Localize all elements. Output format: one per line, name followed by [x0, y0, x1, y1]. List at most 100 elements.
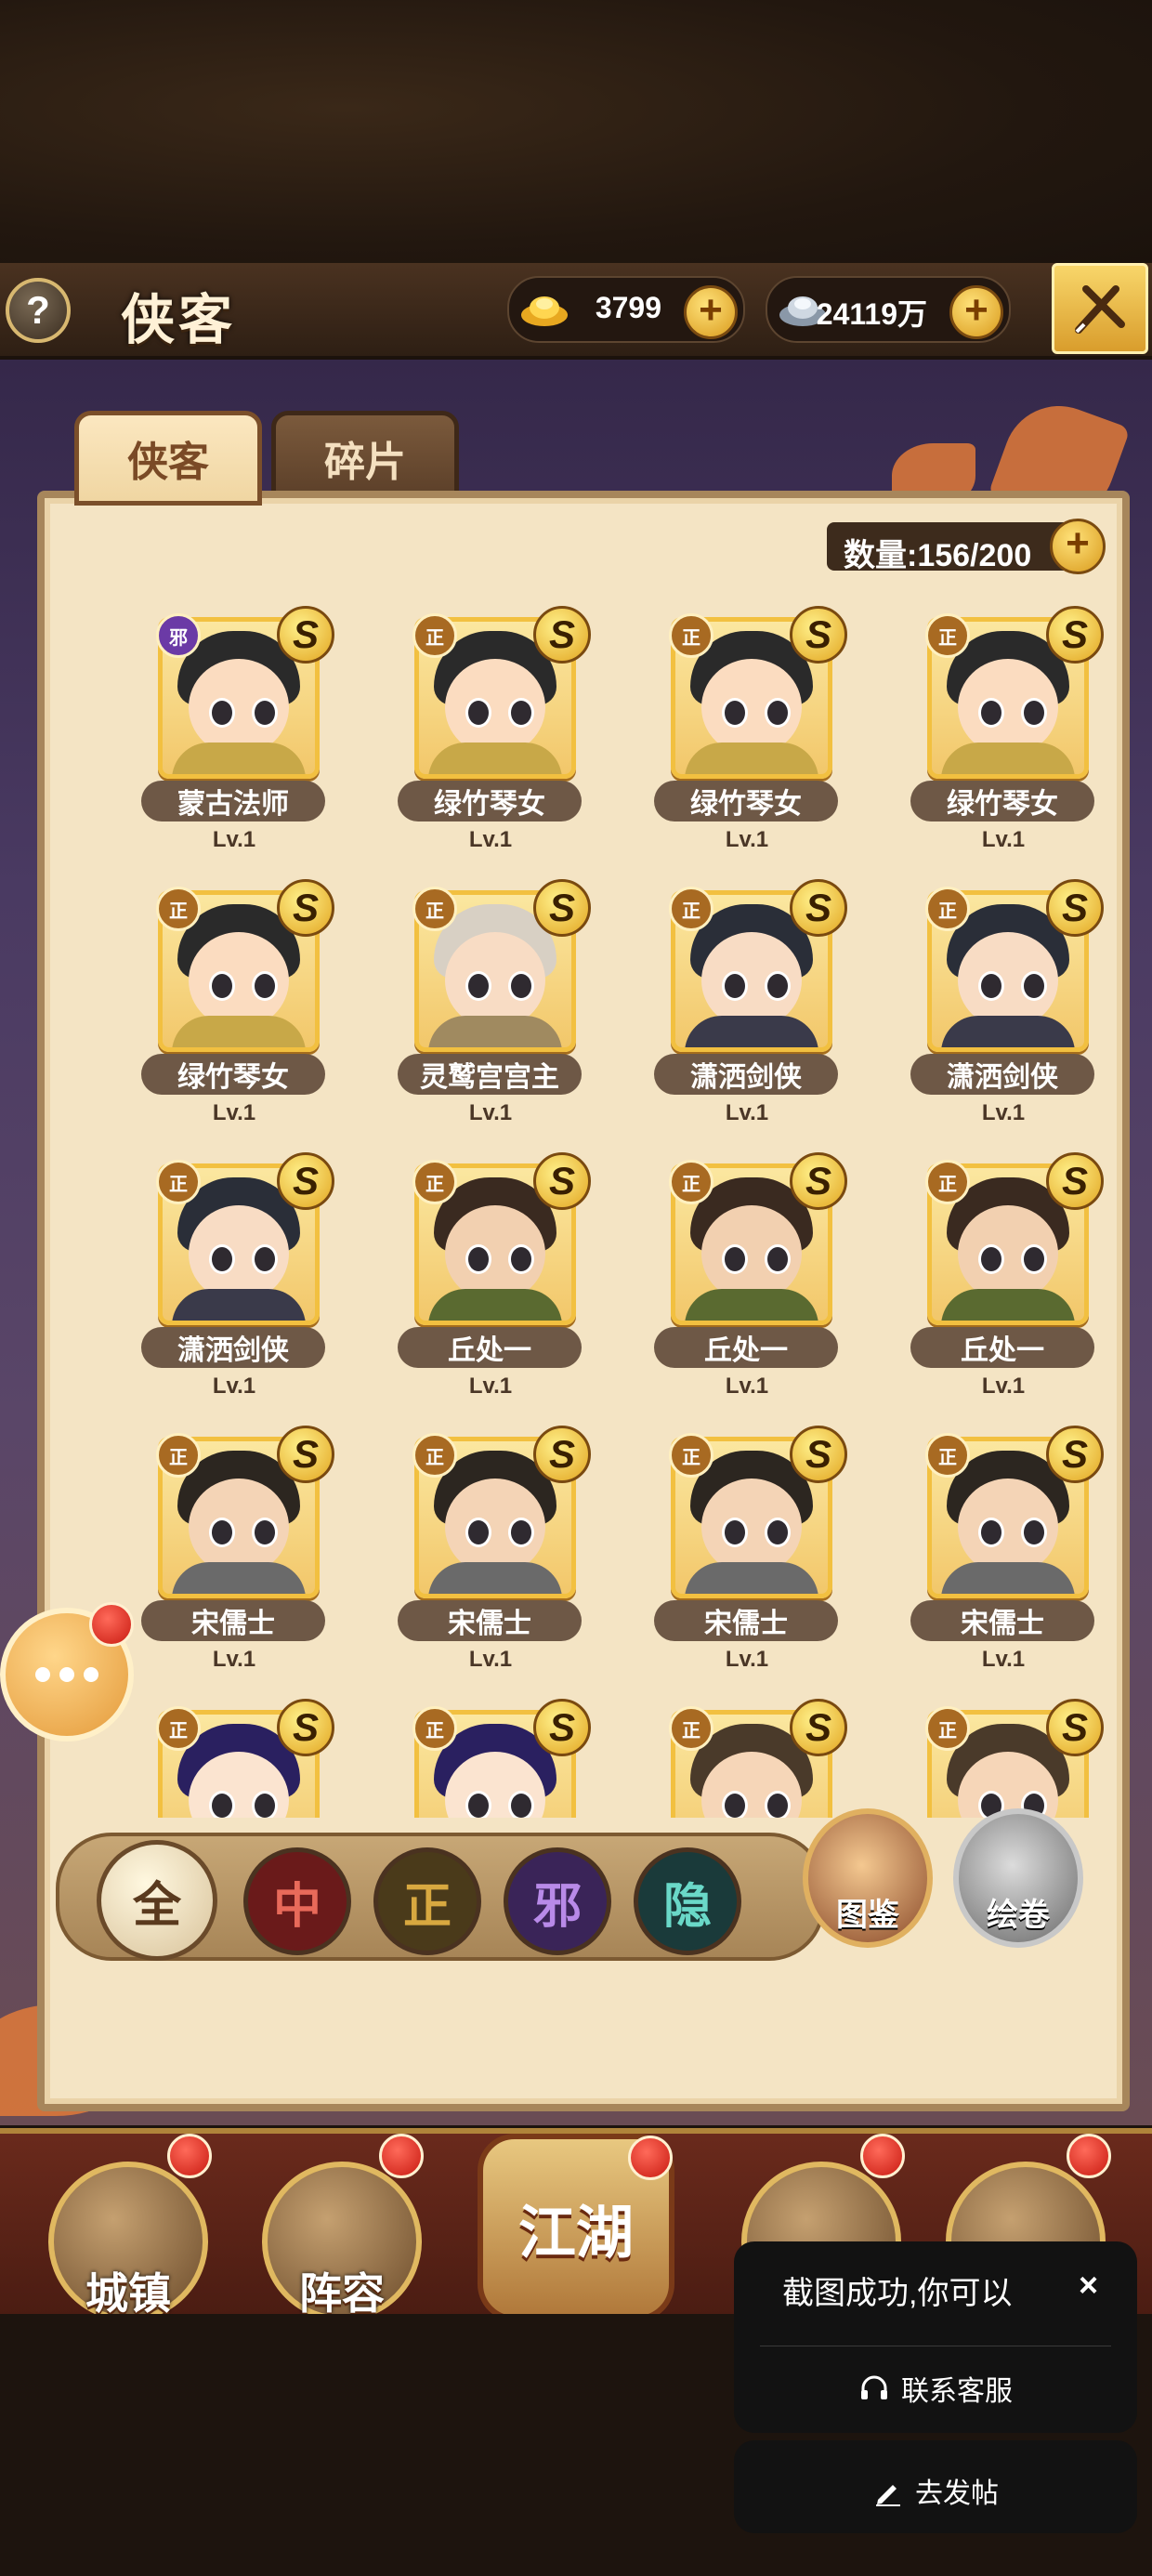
hero-card[interactable]: 正 S 丘处一 Lv.1 [357, 1152, 613, 1437]
grade-badge: S [1046, 879, 1104, 937]
hero-panel: 数量:156/200 + 邪 S 蒙古法师 Lv.1 正 S 绿竹琴女 Lv.1 [37, 491, 1130, 2111]
alignment-badge: 正 [925, 613, 970, 658]
grade-badge: S [790, 1152, 847, 1210]
filter-bar: 全 中 正 邪 隐 [56, 1833, 825, 1961]
forge-notification-dot [1067, 2134, 1111, 2178]
hero-eye [1021, 1244, 1047, 1274]
grade-badge: S [1046, 606, 1104, 664]
atlas-label: 图鉴 [836, 1898, 899, 1933]
hero-card[interactable]: 正 S 潇洒剑侠 Lv.1 [100, 1152, 357, 1437]
hero-eye [1021, 1518, 1047, 1547]
filter-hidden[interactable]: 隐 [634, 1847, 741, 1955]
hero-card[interactable]: 正 S [613, 1699, 870, 1818]
headset-icon [858, 2373, 890, 2412]
cultivate-notification-dot [860, 2134, 905, 2178]
roster-count-label: 数量:156/200 [844, 538, 1032, 573]
town-notification-dot [167, 2134, 212, 2178]
hero-eye [765, 1791, 791, 1818]
hero-eye [209, 698, 235, 728]
alignment-badge: 正 [156, 1433, 201, 1478]
silver-value: 24119万 [816, 297, 927, 331]
hero-card[interactable]: 正 S 绿竹琴女 Lv.1 [870, 606, 1122, 890]
post-toast: 去发帖 [734, 2440, 1137, 2533]
hero-level: Lv.1 [725, 1647, 769, 1672]
hero-eye [252, 1244, 278, 1274]
hero-eye [508, 1244, 534, 1274]
hero-level: Lv.1 [725, 1100, 769, 1125]
nav-jianghu-label: 江湖 [517, 2201, 634, 2266]
alignment-badge: 正 [412, 887, 457, 931]
close-button[interactable] [1052, 263, 1148, 354]
hero-card[interactable]: 正 S 丘处一 Lv.1 [613, 1152, 870, 1437]
silver-counter: 24119万 + [766, 276, 1011, 343]
filter-all[interactable]: 全 [97, 1840, 217, 1961]
hero-card[interactable]: 正 S 潇洒剑侠 Lv.1 [870, 879, 1122, 1163]
hero-card[interactable]: 正 S 宋儒士 Lv.1 [613, 1426, 870, 1710]
hero-card[interactable]: 正 S [100, 1699, 357, 1818]
hero-card[interactable]: 正 S [357, 1699, 613, 1818]
hero-body [941, 1289, 1075, 1321]
go-post-label: 去发帖 [915, 2478, 999, 2509]
hero-card[interactable]: 正 S 丘处一 Lv.1 [870, 1152, 1122, 1437]
filter-evil[interactable]: 邪 [504, 1847, 611, 1955]
silver-add-button[interactable]: + [949, 285, 1003, 339]
hero-name: 丘处一 [398, 1327, 582, 1368]
hero-card[interactable]: 正 S 宋儒士 Lv.1 [357, 1426, 613, 1710]
page-title: 侠客 [121, 290, 237, 350]
hero-card[interactable]: 正 S 绿竹琴女 Lv.1 [357, 606, 613, 890]
chat-dot-icon [59, 1667, 74, 1682]
hero-card[interactable]: 正 S 宋儒士 Lv.1 [100, 1426, 357, 1710]
nav-lineup[interactable]: 阵容 [262, 2162, 422, 2321]
hero-body [941, 1016, 1075, 1047]
tab-heroes[interactable]: 侠客 [74, 411, 262, 506]
roster-count: 数量:156/200 + [827, 519, 1106, 574]
hero-name: 绿竹琴女 [141, 1054, 325, 1095]
grade-badge: S [277, 1426, 334, 1483]
grade-badge: S [277, 1699, 334, 1756]
gold-add-button[interactable]: + [684, 285, 738, 339]
hero-card[interactable]: 正 S 潇洒剑侠 Lv.1 [613, 879, 870, 1163]
alignment-badge: 正 [412, 1160, 457, 1204]
alignment-badge: 正 [669, 1706, 713, 1751]
contact-support-button[interactable]: 联系客服 [734, 2368, 1137, 2412]
hero-grid-viewport[interactable]: 邪 S 蒙古法师 Lv.1 正 S 绿竹琴女 Lv.1 正 S 绿竹琴女 Lv.… [45, 582, 1122, 1818]
screenshot-toast: 截图成功,你可以 × 联系客服 [734, 2241, 1137, 2433]
alignment-badge: 正 [412, 613, 457, 658]
hero-name: 潇洒剑侠 [141, 1327, 325, 1368]
hero-name: 灵鹫宫宫主 [398, 1054, 582, 1095]
grade-badge: S [1046, 1152, 1104, 1210]
hero-level: Lv.1 [725, 1373, 769, 1399]
hero-body [428, 1289, 562, 1321]
alignment-badge: 正 [412, 1706, 457, 1751]
nav-town-label: 城镇 [85, 2269, 171, 2318]
hero-card[interactable]: 正 S 绿竹琴女 Lv.1 [100, 879, 357, 1163]
go-post-button[interactable]: 去发帖 [734, 2470, 1137, 2515]
hero-card[interactable]: 正 S 灵鹫宫宫主 Lv.1 [357, 879, 613, 1163]
alignment-badge: 邪 [156, 613, 201, 658]
hero-eye [1021, 971, 1047, 1001]
hero-card[interactable]: 正 S 宋儒士 Lv.1 [870, 1426, 1122, 1710]
expand-roster-button[interactable]: + [1050, 519, 1106, 574]
hero-level: Lv.1 [212, 1100, 256, 1125]
nav-town[interactable]: 城镇 [48, 2162, 208, 2321]
toast-close-button[interactable]: × [1079, 2266, 1098, 2305]
alignment-badge: 正 [925, 1706, 970, 1751]
scroll-button[interactable]: 绘卷 [953, 1808, 1083, 1948]
hero-name: 绿竹琴女 [910, 781, 1094, 821]
hero-body [941, 1562, 1075, 1594]
grade-badge: S [533, 1152, 591, 1210]
filter-neutral[interactable]: 中 [243, 1847, 351, 1955]
hero-card[interactable]: 邪 S 蒙古法师 Lv.1 [100, 606, 357, 890]
grade-badge: S [1046, 1699, 1104, 1756]
hero-body [428, 1016, 562, 1047]
hero-name: 潇洒剑侠 [910, 1054, 1094, 1095]
grade-badge: S [790, 879, 847, 937]
gold-value: 3799 [595, 291, 661, 324]
atlas-button[interactable]: 图鉴 [803, 1808, 933, 1948]
filter-righteous[interactable]: 正 [373, 1847, 481, 1955]
help-button[interactable]: ? [6, 278, 71, 343]
hero-card[interactable]: 正 S [870, 1699, 1122, 1818]
hero-card[interactable]: 正 S 绿竹琴女 Lv.1 [613, 606, 870, 890]
gold-counter: 3799 + [507, 276, 745, 343]
hero-eye [209, 1518, 235, 1547]
